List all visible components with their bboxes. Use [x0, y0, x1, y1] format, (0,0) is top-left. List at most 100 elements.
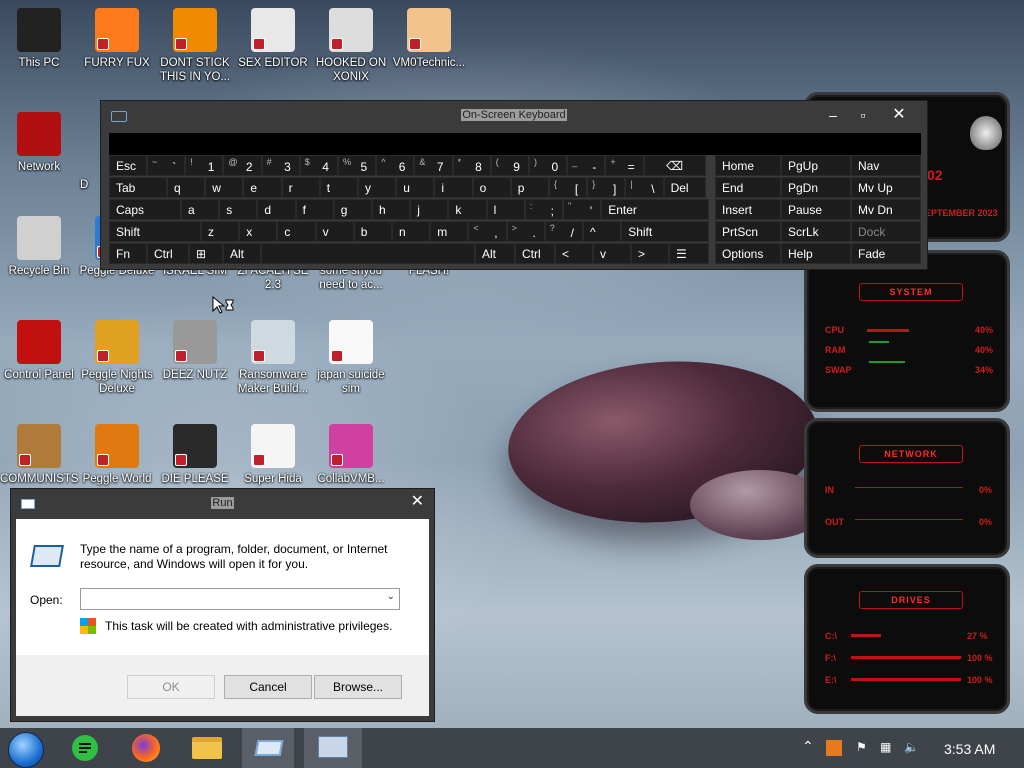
key[interactable]: z — [201, 221, 240, 242]
key[interactable]: g — [333, 199, 372, 220]
desktop-icon[interactable]: COMMUNISTS — [0, 424, 79, 486]
nav-key[interactable]: ScrLk — [781, 221, 851, 242]
desktop-icon[interactable]: DEEZ NUTZ — [156, 320, 234, 382]
browse-button[interactable]: Browse... — [314, 675, 402, 699]
key[interactable]: q — [167, 177, 206, 198]
taskbar-app-osk[interactable] — [304, 728, 362, 768]
nav-key[interactable]: PrtScn — [715, 221, 781, 242]
close-button[interactable]: ✕ — [885, 105, 913, 125]
nav-key[interactable]: Insert — [715, 199, 781, 220]
desktop-icon[interactable]: DONT STICK THIS IN YO... — [156, 8, 234, 84]
desktop-icon[interactable]: Recycle Bin — [0, 216, 78, 278]
key[interactable]: <, — [468, 221, 507, 242]
desktop-icon[interactable]: HOOKED ON XONIX — [312, 8, 390, 84]
desktop-icon[interactable]: japan suicide sim — [312, 320, 390, 396]
nav-key[interactable]: End — [715, 177, 781, 198]
key[interactable]: Alt — [475, 243, 515, 264]
volume-icon[interactable]: 🔈 — [904, 740, 919, 754]
key[interactable]: (9 — [490, 155, 529, 176]
tray-chevron-up-icon[interactable]: ⌃ — [802, 738, 814, 755]
ok-button[interactable]: OK — [127, 675, 215, 699]
osk-titlebar[interactable]: On-Screen Keyboard – ▫ ✕ — [101, 101, 927, 131]
desktop-icon[interactable]: Control Panel — [0, 320, 78, 382]
key[interactable]: ! 1 — [185, 155, 224, 176]
key[interactable]: | \ — [625, 177, 664, 198]
key[interactable]: e — [243, 177, 282, 198]
key[interactable]: $4 — [299, 155, 338, 176]
flag-icon[interactable]: ⚑ — [856, 740, 867, 754]
key[interactable]: < — [555, 243, 593, 264]
key[interactable]: Fn — [109, 243, 147, 264]
taskbar-app-run[interactable] — [242, 728, 294, 768]
key[interactable]: _ - — [567, 155, 606, 176]
desktop-icon[interactable]: FURRY FUX — [78, 8, 156, 70]
key[interactable]: r — [281, 177, 320, 198]
key[interactable]: ^ — [583, 221, 622, 242]
key[interactable]: f — [295, 199, 334, 220]
nav-key[interactable]: Pause — [781, 199, 851, 220]
key[interactable]: #3 — [261, 155, 300, 176]
key[interactable]: % 5 — [338, 155, 377, 176]
on-screen-keyboard-window[interactable]: On-Screen Keyboard – ▫ ✕ Esc ~ `! 1 @2 #3 $4% 5… — [100, 100, 928, 270]
key[interactable]: ) 0 — [529, 155, 568, 176]
desktop-icon[interactable]: Super Hida — [234, 424, 312, 486]
taskbar-app-docs[interactable] — [60, 728, 112, 768]
key[interactable]: k — [448, 199, 487, 220]
key[interactable]: + = — [605, 155, 644, 176]
open-input[interactable]: ⌄ — [80, 588, 400, 610]
key[interactable]: Shift — [621, 221, 710, 242]
key[interactable]: v — [593, 243, 631, 264]
desktop-icon[interactable]: Peggle World — [78, 424, 156, 486]
key[interactable]: l — [486, 199, 525, 220]
key[interactable]: b — [353, 221, 392, 242]
spacebar-key[interactable] — [261, 243, 475, 264]
desktop-icon[interactable]: Ransomware Maker Build... — [234, 320, 312, 396]
nav-key[interactable]: Dock — [851, 221, 921, 242]
key[interactable]: c — [277, 221, 316, 242]
key[interactable]: ⊞ — [189, 243, 223, 264]
desktop-icon[interactable]: SEX EDITOR — [234, 8, 312, 70]
nav-key[interactable]: Options — [715, 243, 781, 264]
key[interactable]: :; — [524, 199, 563, 220]
key[interactable]: p — [510, 177, 549, 198]
key[interactable]: ☰ — [669, 243, 709, 264]
key[interactable]: Tab — [109, 177, 167, 198]
key[interactable]: t — [319, 177, 358, 198]
key[interactable]: & 7 — [414, 155, 453, 176]
key[interactable]: Ctrl — [147, 243, 189, 264]
key[interactable]: > — [631, 243, 669, 264]
key[interactable]: ^ 6 — [376, 155, 415, 176]
desktop-icon[interactable]: DIE PLEASE — [156, 424, 234, 486]
nav-key[interactable]: Mv Dn — [851, 199, 921, 220]
taskbar-clock[interactable]: 3:53 AM — [944, 741, 995, 757]
nav-key[interactable]: Mv Up — [851, 177, 921, 198]
key[interactable]: Del — [663, 177, 706, 198]
key[interactable]: h — [372, 199, 411, 220]
key[interactable]: Shift — [109, 221, 201, 242]
desktop-icon[interactable]: CollabVMB... — [312, 424, 390, 486]
key[interactable]: m — [430, 221, 469, 242]
backspace-key[interactable]: ⌫ — [643, 155, 706, 176]
run-close-button[interactable]: ✕ — [411, 491, 424, 511]
key[interactable]: Caps — [109, 199, 181, 220]
taskbar-app-firefox[interactable] — [120, 728, 172, 768]
chevron-down-icon[interactable]: ⌄ — [387, 591, 395, 602]
key[interactable]: v — [315, 221, 354, 242]
minimize-button[interactable]: – — [819, 105, 847, 125]
desktop-icon[interactable]: Peggle Nights Deluxe — [78, 320, 156, 396]
key[interactable]: {[ — [549, 177, 588, 198]
taskbar-app-explorer[interactable] — [180, 728, 232, 768]
key[interactable]: s — [219, 199, 258, 220]
key[interactable]: y — [358, 177, 397, 198]
key[interactable]: a — [181, 199, 220, 220]
nav-key[interactable]: Help — [781, 243, 851, 264]
nav-key[interactable]: Fade — [851, 243, 921, 264]
desktop-icon[interactable]: VM0Technic... — [390, 8, 468, 70]
tray-app-icon[interactable] — [826, 740, 842, 756]
key[interactable]: ? / — [544, 221, 583, 242]
maximize-button[interactable]: ▫ — [849, 105, 877, 125]
nav-key[interactable]: PgUp — [781, 155, 851, 176]
desktop-icon[interactable]: This PC — [0, 8, 78, 70]
nav-key[interactable]: Nav — [851, 155, 921, 176]
key[interactable]: ~ ` — [147, 155, 186, 176]
